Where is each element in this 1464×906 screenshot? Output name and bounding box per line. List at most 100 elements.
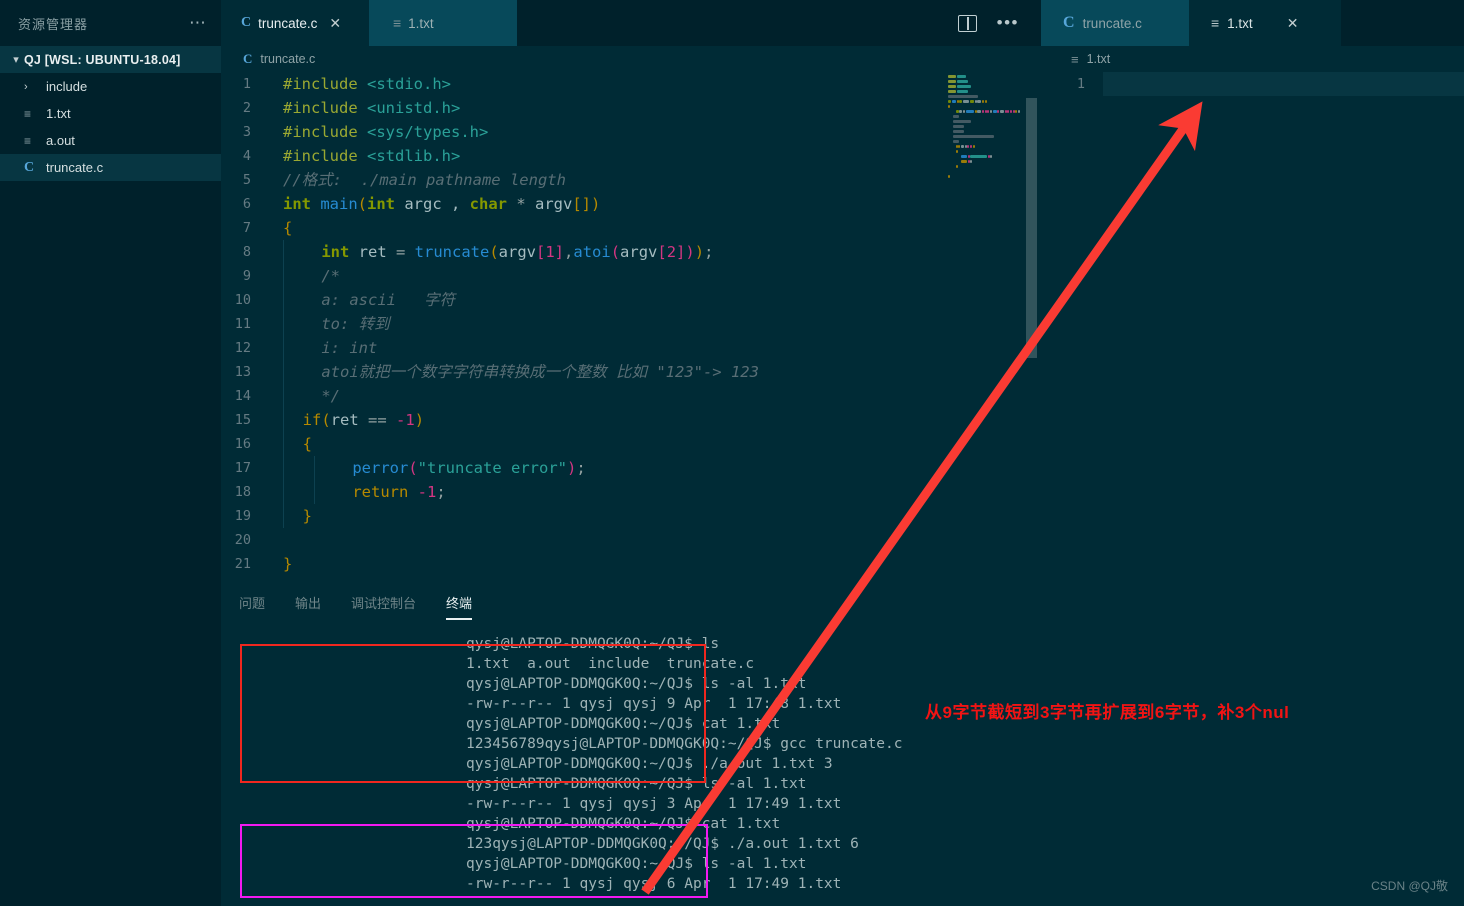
explorer-sidebar: 资源管理器 ⋯ ▾ QJ [WSL: UBUNTU-18.04] › includ… xyxy=(0,0,221,906)
line-text: i: int xyxy=(269,336,1041,360)
minimap-line xyxy=(948,175,950,178)
line-text: { xyxy=(269,432,1041,456)
minimap-line xyxy=(955,150,958,153)
editor-actions: ••• xyxy=(957,0,1019,46)
code-line[interactable]: 19 } xyxy=(221,504,1041,528)
code-token: ) xyxy=(694,243,705,261)
line-text: #include <stdio.h> xyxy=(269,72,1041,96)
minimap-line xyxy=(963,110,966,113)
panel-tab-调试控制台[interactable]: 调试控制台 xyxy=(351,593,416,618)
c-file-icon: C xyxy=(24,159,35,175)
code-line[interactable]: 4 #include <stdlib.h> xyxy=(221,144,1041,168)
code-line[interactable]: 20 xyxy=(221,528,1041,552)
line-number: 20 xyxy=(234,532,251,548)
code-line[interactable]: 14 */ xyxy=(221,384,1041,408)
code-token: ; xyxy=(436,483,446,501)
workspace-root-row[interactable]: ▾ QJ [WSL: UBUNTU-18.04] xyxy=(0,46,221,73)
code-token: <sys/types.h> xyxy=(367,123,489,141)
code-token: ( xyxy=(489,243,499,261)
tab-truncate-c-right[interactable]: C truncate.c xyxy=(1041,0,1189,46)
minimap-line xyxy=(982,100,985,103)
editor-scrollbar[interactable] xyxy=(1026,98,1037,358)
code-token: ) xyxy=(566,459,577,477)
minimap-line xyxy=(955,165,958,168)
minimap-line xyxy=(948,95,979,98)
code-token: , xyxy=(564,243,574,261)
code-line[interactable]: 6 int main(int argc , char * argv[]) xyxy=(221,192,1041,216)
line-number: 3 xyxy=(242,124,251,140)
code-token: ] xyxy=(676,243,686,261)
line-number: 18 xyxy=(234,484,251,500)
code-line[interactable]: 15 if(ret == -1) xyxy=(221,408,1041,432)
minimap-line xyxy=(990,155,993,158)
code-line[interactable]: 12 i: int xyxy=(221,336,1041,360)
ellipsis-icon[interactable]: ⋯ xyxy=(189,14,207,31)
line-text: #include <unistd.h> xyxy=(269,96,1041,120)
code-token: argv xyxy=(620,243,658,261)
text-file-icon: ≡ xyxy=(393,15,402,31)
panel-tab-终端[interactable]: 终端 xyxy=(446,593,473,620)
tab-1-txt-right[interactable]: ≡ 1.txt ✕ xyxy=(1189,0,1341,46)
tab-1-txt[interactable]: ≡ 1.txt xyxy=(369,0,517,46)
code-line[interactable]: 18 return -1; xyxy=(221,480,1041,504)
code-token: i: int xyxy=(284,339,378,357)
line-text: atoi就把一个数字字符串转换成一个整数 比如 "123"-> 123 xyxy=(269,360,1041,384)
code-line[interactable]: 1 #include <stdio.h> xyxy=(221,72,1041,96)
sidebar-item-include[interactable]: › include xyxy=(0,73,221,100)
code-line[interactable]: 16 { xyxy=(221,432,1041,456)
tab-label: 1.txt xyxy=(1227,15,1253,31)
panel-tab-输出[interactable]: 输出 xyxy=(295,593,321,618)
minimap-line xyxy=(953,135,994,138)
code-editor-truncate-c[interactable]: C truncate.c 1 #include <stdio.h> 2 #includ… xyxy=(221,46,1041,581)
code-token: = xyxy=(395,243,415,261)
split-editor-icon[interactable] xyxy=(957,14,977,32)
code-token: a: ascii 字符 xyxy=(284,291,455,309)
tab-truncate-c[interactable]: C truncate.c ✕ xyxy=(221,0,369,46)
sidebar-item-label: include xyxy=(46,79,88,94)
line-number: 1 xyxy=(242,76,251,92)
code-line[interactable]: 13 atoi就把一个数字字符串转换成一个整数 比如 "123"-> 123 xyxy=(221,360,1041,384)
minimap-line xyxy=(959,100,963,103)
sidebar-item-truncate-c[interactable]: Ctruncate.c xyxy=(0,154,221,181)
code-line[interactable]: 9 /* xyxy=(221,264,1041,288)
breadcrumb-right[interactable]: ≡ 1.txt xyxy=(1041,46,1464,72)
sidebar-item-1-txt[interactable]: ≡ 1.txt xyxy=(0,100,221,127)
sidebar-item-a-out[interactable]: ≡ a.out xyxy=(0,127,221,154)
code-token: ; xyxy=(704,243,714,261)
code-token: int xyxy=(321,243,359,261)
line-number: 21 xyxy=(234,556,251,572)
code-line[interactable]: 17 perror("truncate error"); xyxy=(221,456,1041,480)
code-token: ( xyxy=(408,459,418,477)
code-token: argc , xyxy=(404,195,470,213)
code-line[interactable]: 8 int ret = truncate(argv[1],atoi(argv[2… xyxy=(221,240,1041,264)
panel-tab-问题[interactable]: 问题 xyxy=(239,593,265,618)
line-number: 1 xyxy=(1076,76,1085,92)
code-token: ( xyxy=(610,243,621,261)
code-token: argv xyxy=(498,243,536,261)
more-actions-icon[interactable]: ••• xyxy=(997,14,1019,31)
code-token: int xyxy=(283,195,321,213)
code-token: { xyxy=(302,435,313,453)
minimap-line xyxy=(957,85,971,88)
line-number: 6 xyxy=(242,196,251,212)
close-icon[interactable]: ✕ xyxy=(1287,15,1299,32)
code-line[interactable]: 7{ xyxy=(221,216,1041,240)
code-line[interactable]: 2 #include <unistd.h> xyxy=(221,96,1041,120)
breadcrumb[interactable]: C truncate.c xyxy=(221,46,1041,72)
code-line[interactable]: 10 a: ascii 字符 xyxy=(221,288,1041,312)
code-line[interactable]: 21} xyxy=(221,552,1041,576)
line-text: /* xyxy=(269,264,1041,288)
c-file-icon: C xyxy=(1063,14,1075,31)
line-text: if(ret == -1) xyxy=(269,408,1041,432)
code-line[interactable]: 3 #include <sys/types.h> xyxy=(221,120,1041,144)
code-content[interactable]: 1 #include <stdio.h> 2 #include <unistd.h> 3… xyxy=(221,72,1041,581)
minimap-line xyxy=(977,110,982,113)
code-line[interactable]: 11 to: 转到 xyxy=(221,312,1041,336)
code-line[interactable]: 5 //格式: ./main pathname length xyxy=(221,168,1041,192)
code-token: <unistd.h> xyxy=(367,99,461,117)
minimap[interactable] xyxy=(946,72,1034,372)
close-icon[interactable]: ✕ xyxy=(329,15,341,32)
code-token: ( xyxy=(357,195,367,213)
minimap-line xyxy=(959,110,963,113)
